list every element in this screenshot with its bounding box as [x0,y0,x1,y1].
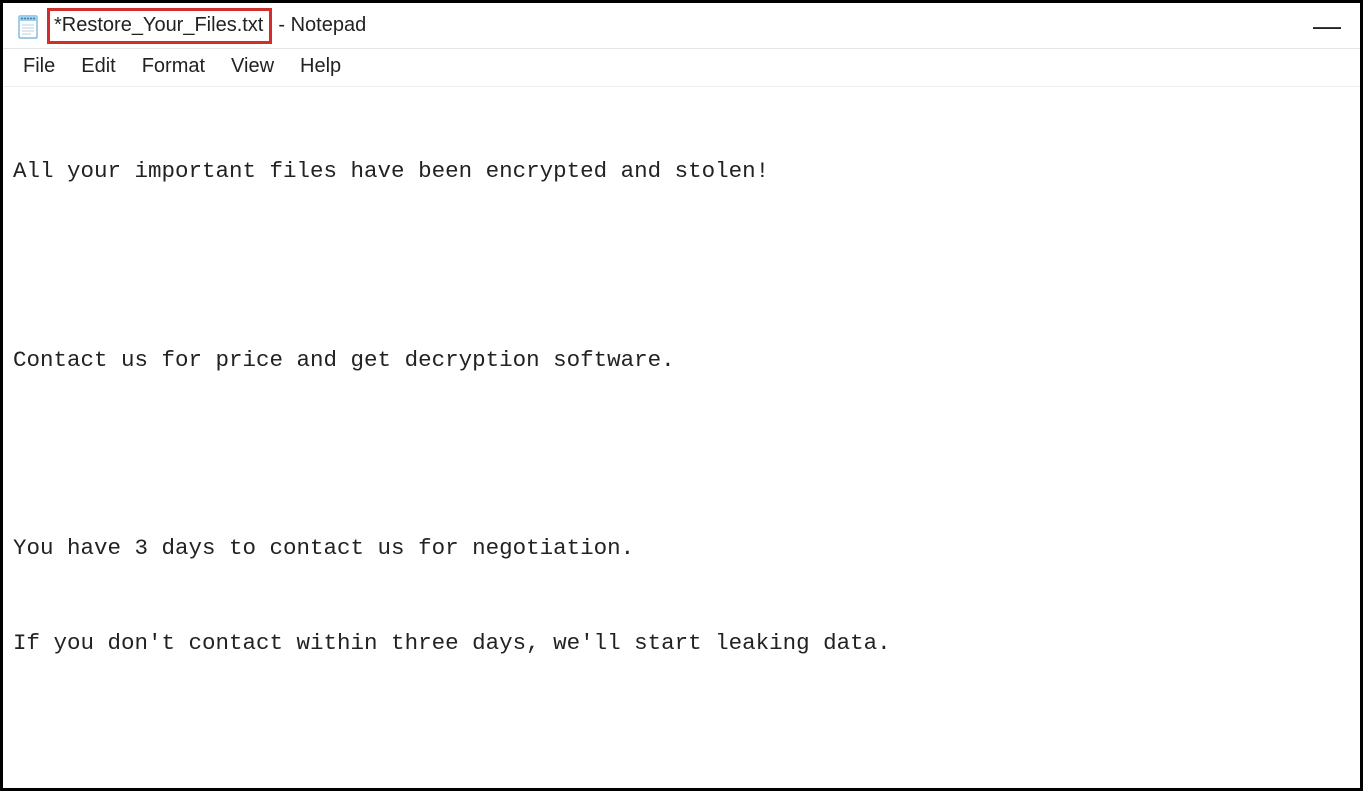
window-title: *Restore_Your_Files.txt - Notepad [47,8,366,44]
blank-line [13,251,1356,282]
menu-edit[interactable]: Edit [69,53,127,80]
menubar: File Edit Format View Help [3,49,1360,87]
window-controls: — [1312,12,1352,40]
text-line: You have 3 days to contact us for negoti… [13,533,1356,565]
menu-view[interactable]: View [219,53,286,80]
text-line: All your important files have been encry… [13,156,1356,188]
text-line: Contact us for price and get decryption … [13,345,1356,377]
menu-help[interactable]: Help [288,53,353,80]
blank-line [13,439,1356,470]
notepad-window: *Restore_Your_Files.txt - Notepad — File… [0,0,1363,791]
titlebar[interactable]: *Restore_Your_Files.txt - Notepad — [3,3,1360,49]
menu-file[interactable]: File [11,53,67,80]
title-filename: *Restore_Your_Files.txt [47,8,272,44]
title-appname: - Notepad [278,14,366,37]
notepad-icon [17,13,39,39]
minimize-button[interactable]: — [1312,12,1342,40]
menu-format[interactable]: Format [130,53,217,80]
blank-line [13,722,1356,753]
text-area[interactable]: All your important files have been encry… [3,87,1360,788]
text-line: If you don't contact within three days, … [13,628,1356,660]
